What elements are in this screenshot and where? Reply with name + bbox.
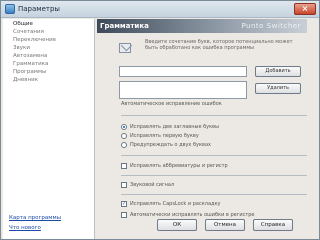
sidebar-item-diary[interactable]: Дневник — [13, 77, 38, 83]
sidebar-item-autoreplace[interactable]: Автозамена — [13, 53, 47, 59]
sidebar-item-programs[interactable]: Программы — [13, 69, 46, 75]
radio-option-3[interactable] — [121, 142, 127, 148]
section-title: Грамматика — [100, 22, 149, 30]
close-button[interactable]: × — [294, 3, 316, 15]
separator — [121, 115, 307, 116]
help-button[interactable]: Справка — [253, 219, 293, 231]
sidebar-item-sounds[interactable]: Звуки — [13, 45, 30, 51]
radio-option-2[interactable] — [121, 133, 127, 139]
group-label: Автоматическое исправление ошибок — [121, 101, 222, 107]
envelope-icon — [119, 43, 131, 53]
ok-button[interactable]: ОК — [157, 219, 197, 231]
radio-option-1[interactable] — [121, 124, 127, 130]
window-title: Параметры — [18, 5, 60, 13]
separator — [121, 155, 307, 156]
checkbox-3[interactable]: ✓ — [121, 201, 127, 207]
app-icon — [5, 4, 15, 14]
radio-label-3: Предупреждать о двух буквах — [130, 142, 212, 148]
checkbox-4[interactable] — [121, 212, 127, 218]
add-button[interactable]: Добавить — [255, 66, 301, 77]
title-bar: Параметры × — [1, 1, 319, 18]
sidebar: Общие Сочетания Переключение Звуки Автоз… — [3, 19, 95, 239]
sidebar-item-grammar[interactable]: Грамматика — [13, 61, 48, 67]
checkbox-2[interactable] — [121, 182, 127, 188]
grammar-description: Введите сочетание букв, которое потенциа… — [145, 39, 293, 51]
sidebar-item-general[interactable]: Общие — [13, 21, 33, 27]
section-header: Грамматика Punto Switcher — [97, 19, 307, 33]
combination-input[interactable] — [119, 66, 247, 77]
edit-button[interactable]: Удалить — [255, 83, 301, 94]
checkbox-label-2: Звуковой сигнал — [130, 182, 175, 188]
separator — [121, 175, 307, 176]
sidebar-item-switching[interactable]: Переключение — [13, 37, 56, 43]
checkbox-label-3: Исправлять CapsLock и раскладку — [130, 201, 221, 207]
cancel-button[interactable]: Отмена — [205, 219, 245, 231]
radio-label-2: Исправлять первую букву — [130, 133, 199, 139]
checkbox-label-4: Автоматически исправлять ошибки в регист… — [130, 212, 255, 218]
program-map-link[interactable]: Карта программы — [9, 215, 61, 221]
checkbox-label-1: Исправлять аббревиатуры и регистр — [130, 163, 228, 169]
settings-window: Параметры × Общие Сочетания Переключение… — [0, 0, 320, 240]
combination-list[interactable] — [119, 81, 247, 99]
sidebar-item-hotkeys[interactable]: Сочетания — [13, 29, 44, 35]
checkbox-1[interactable] — [121, 163, 127, 169]
main-panel: Грамматика Punto Switcher Введите сочета… — [97, 19, 319, 239]
whats-new-link[interactable]: Что нового — [9, 225, 41, 231]
separator — [121, 194, 307, 195]
brand-label: Punto Switcher — [241, 22, 301, 30]
radio-label-1: Исправлять две заглавные буквы — [130, 124, 220, 130]
